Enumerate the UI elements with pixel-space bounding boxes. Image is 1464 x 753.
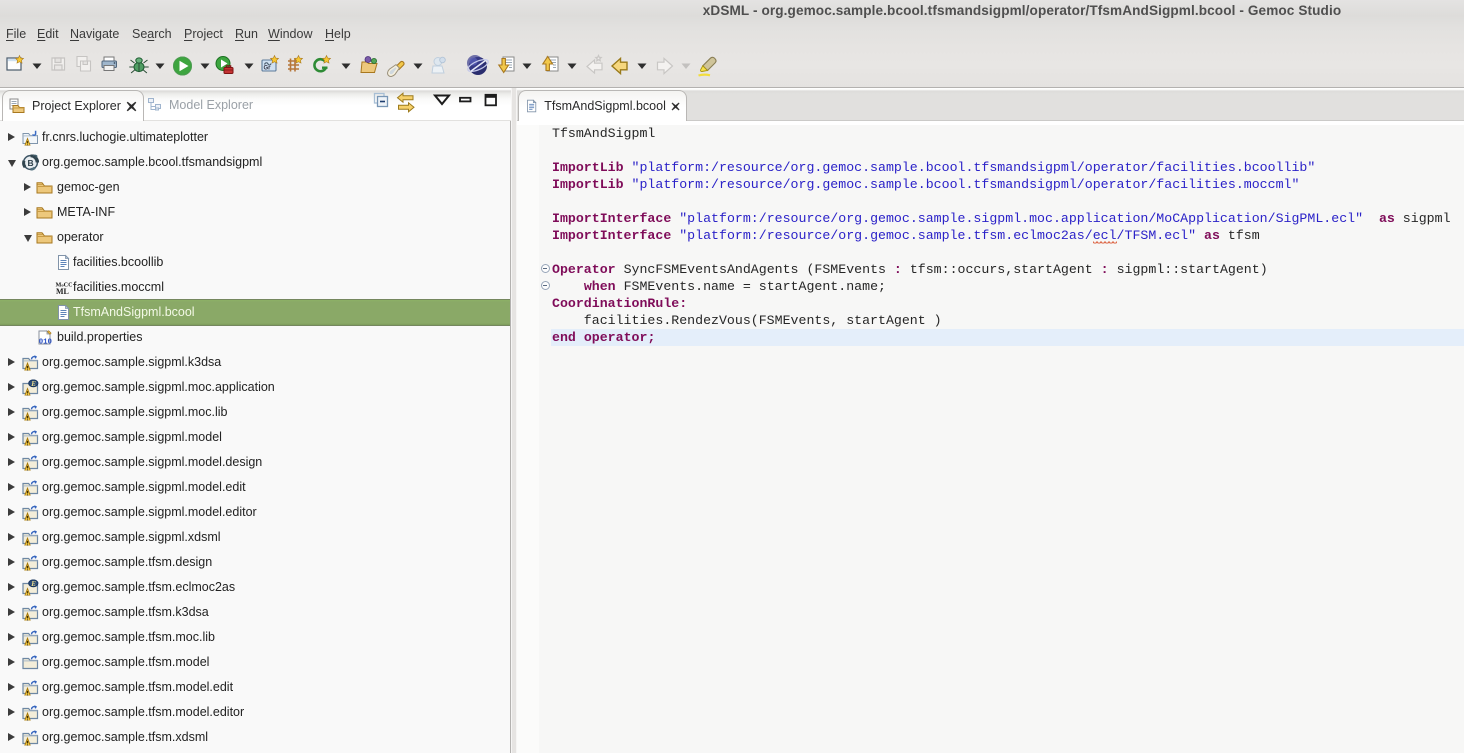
svg-text:Gr: Gr <box>264 66 272 72</box>
